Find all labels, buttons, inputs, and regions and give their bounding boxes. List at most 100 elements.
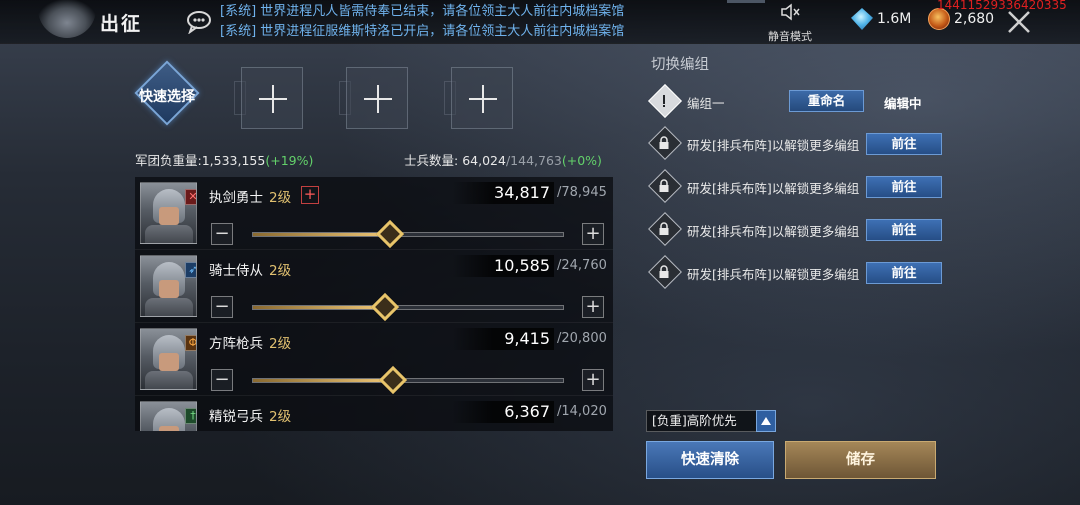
unlock-hint: 研发[排兵布阵]以解锁更多编组 bbox=[687, 181, 860, 196]
system-news[interactable]: [系统] 世界进程凡人皆需侍奉已结束，请各位领主大人前往内城档案馆 [系统] 世… bbox=[220, 2, 624, 42]
troop-max: /24,760 bbox=[557, 258, 607, 273]
debug-id: 14411529336420335 bbox=[937, 0, 1067, 12]
troop-list[interactable]: ✕ 执剑勇士 2级 + 34,817 /78,945 − + ➶ 骑士侍从 2级 1… bbox=[135, 177, 613, 431]
mute-toggle[interactable]: 静音模式 bbox=[764, 3, 816, 44]
troop-max: /78,945 bbox=[557, 185, 607, 200]
quick-clear-button[interactable]: 快速清除 bbox=[646, 441, 774, 479]
chat-bubble-icon[interactable] bbox=[186, 10, 212, 34]
troop-count[interactable]: 10,585 bbox=[452, 255, 554, 277]
increase-button[interactable]: + bbox=[582, 223, 604, 245]
rename-button[interactable]: 重命名 bbox=[789, 90, 864, 112]
gem-resource[interactable]: 1.6M bbox=[851, 8, 911, 30]
troop-name-text: 精锐弓兵 bbox=[209, 409, 263, 425]
exclamation-icon bbox=[663, 95, 665, 107]
goto-button[interactable]: 前往 bbox=[866, 133, 942, 155]
mute-label: 静音模式 bbox=[768, 30, 812, 43]
troop-name: 执剑勇士 2级 bbox=[209, 186, 291, 206]
decrease-button[interactable]: − bbox=[211, 369, 233, 391]
cavalry-type-icon: ➶ bbox=[185, 262, 196, 278]
troop-level: 2级 bbox=[269, 263, 292, 279]
switch-group-title: 切换编组 bbox=[651, 57, 709, 73]
priority-dropdown[interactable]: [负重]高阶优先 bbox=[646, 410, 776, 432]
slider-handle[interactable] bbox=[375, 219, 404, 249]
troop-slider[interactable] bbox=[252, 219, 564, 249]
lock-icon bbox=[659, 136, 669, 149]
slider-handle[interactable] bbox=[371, 292, 400, 322]
troop-portrait[interactable]: † bbox=[140, 401, 197, 431]
group-row-locked: 研发[排兵布阵]以解锁更多编组 前往 bbox=[648, 126, 951, 161]
editing-status: 编辑中 bbox=[884, 96, 922, 111]
gem-icon bbox=[851, 8, 873, 30]
troop-name: 方阵枪兵 2级 bbox=[209, 332, 291, 352]
goto-button[interactable]: 前往 bbox=[866, 176, 942, 198]
unlock-hint: 研发[排兵布阵]以解锁更多编组 bbox=[687, 224, 860, 239]
page-indicator bbox=[727, 0, 765, 3]
sword-type-icon: ✕ bbox=[185, 189, 196, 205]
increase-button[interactable]: + bbox=[582, 369, 604, 391]
troop-portrait[interactable]: Φ bbox=[140, 328, 197, 390]
troop-name-text: 骑士侍从 bbox=[209, 263, 263, 279]
legion-load-value: 1,533,155 bbox=[201, 153, 266, 168]
save-button[interactable]: 储存 bbox=[785, 441, 936, 479]
troop-count[interactable]: 6,367 bbox=[452, 401, 554, 423]
troop-name: 骑士侍从 2级 bbox=[209, 259, 291, 279]
soldier-count-max: /144,763 bbox=[505, 153, 562, 168]
soldier-count-stat: 士兵数量: 64,024/144,763(+0%) bbox=[404, 150, 602, 169]
boost-plus-button[interactable]: + bbox=[301, 186, 319, 204]
group-name: 编组一 bbox=[687, 96, 725, 111]
slider-fill bbox=[253, 233, 390, 236]
troop-name: 精锐弓兵 2级 bbox=[209, 405, 291, 425]
troop-slider[interactable] bbox=[252, 292, 564, 322]
legion-load-stat: 军团负重量:1,533,155(+19%) bbox=[135, 150, 313, 169]
page-title: 出征 bbox=[100, 13, 143, 35]
troop-slider[interactable] bbox=[252, 365, 564, 395]
troop-level: 2级 bbox=[269, 190, 292, 206]
lock-icon bbox=[659, 265, 669, 278]
goto-button[interactable]: 前往 bbox=[866, 262, 942, 284]
back-helmet-icon[interactable] bbox=[38, 0, 96, 38]
troop-row: Φ 方阵枪兵 2级 9,415 /20,800 − + bbox=[135, 323, 613, 396]
increase-button[interactable]: + bbox=[582, 296, 604, 318]
troop-name-text: 执剑勇士 bbox=[209, 190, 263, 206]
quick-select-label: 快速选择 bbox=[139, 89, 195, 105]
slider-handle[interactable] bbox=[379, 365, 408, 395]
decrease-button[interactable]: − bbox=[211, 296, 233, 318]
soldier-count-bonus: (+0%) bbox=[561, 153, 602, 168]
slider-fill bbox=[253, 306, 386, 309]
troop-max: /14,020 bbox=[557, 404, 607, 419]
decrease-button[interactable]: − bbox=[211, 223, 233, 245]
troop-portrait[interactable]: ✕ bbox=[140, 182, 197, 244]
gem-amount: 1.6M bbox=[877, 11, 912, 27]
hero-slot-add-button[interactable] bbox=[241, 67, 303, 129]
group-row-locked: 研发[排兵布阵]以解锁更多编组 前往 bbox=[648, 255, 951, 290]
group-row-active[interactable]: 编组一 重命名 编辑中 bbox=[648, 84, 951, 119]
group-row-locked: 研发[排兵布阵]以解锁更多编组 前往 bbox=[648, 212, 951, 247]
troop-name-text: 方阵枪兵 bbox=[209, 336, 263, 352]
priority-label: [负重]高阶优先 bbox=[652, 413, 737, 428]
goto-button[interactable]: 前往 bbox=[866, 219, 942, 241]
slider-fill bbox=[253, 379, 394, 382]
troop-row: ➶ 骑士侍从 2级 10,585 /24,760 − + bbox=[135, 250, 613, 323]
hero-slot-add-button[interactable] bbox=[346, 67, 408, 129]
quick-select-button[interactable]: 快速选择 bbox=[133, 60, 201, 126]
soldier-count-value: 64,024 bbox=[462, 153, 506, 168]
troop-row: † 精锐弓兵 2级 6,367 /14,020 bbox=[135, 396, 613, 431]
legion-load-label: 军团负重量: bbox=[135, 153, 202, 168]
coin-amount: 2,680 bbox=[954, 11, 995, 27]
troop-portrait[interactable]: ➶ bbox=[140, 255, 197, 317]
troop-count[interactable]: 34,817 bbox=[452, 182, 554, 204]
group-row-locked: 研发[排兵布阵]以解锁更多编组 前往 bbox=[648, 169, 951, 204]
news-line: [系统] 世界进程凡人皆需侍奉已结束，请各位领主大人前往内城档案馆 bbox=[220, 4, 625, 19]
lock-icon bbox=[659, 222, 669, 235]
troop-level: 2级 bbox=[269, 336, 292, 352]
close-icon[interactable] bbox=[1005, 8, 1033, 36]
troop-count[interactable]: 9,415 bbox=[452, 328, 554, 350]
unlock-hint: 研发[排兵布阵]以解锁更多编组 bbox=[687, 138, 860, 153]
hero-slot-add-button[interactable] bbox=[451, 67, 513, 129]
speaker-mute-icon bbox=[781, 3, 800, 21]
top-bar: 出征 [系统] 世界进程凡人皆需侍奉已结束，请各位领主大人前往内城档案馆 [系统… bbox=[0, 0, 1080, 44]
troop-row: ✕ 执剑勇士 2级 + 34,817 /78,945 − + bbox=[135, 177, 613, 250]
legion-load-bonus: (+19%) bbox=[265, 153, 314, 168]
troop-level: 2级 bbox=[269, 409, 292, 425]
chevron-up-icon[interactable] bbox=[756, 410, 776, 432]
